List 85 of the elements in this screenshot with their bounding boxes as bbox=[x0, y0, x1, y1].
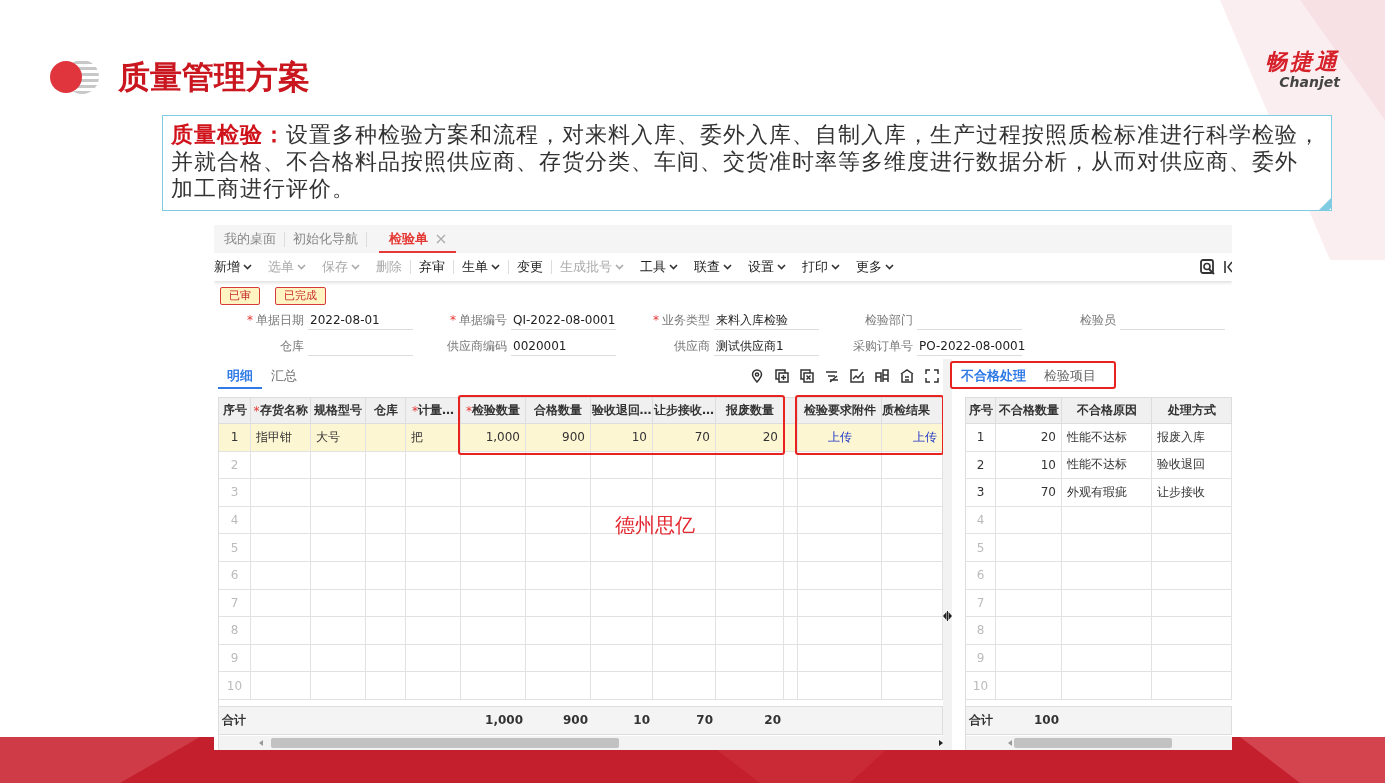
table-cell: 10 bbox=[591, 424, 653, 452]
row-number: 1 bbox=[966, 424, 996, 452]
plus-square-icon[interactable] bbox=[775, 369, 789, 383]
table-cell: 性能不达标 bbox=[1062, 424, 1152, 452]
upload-link[interactable]: 上传 bbox=[913, 428, 937, 446]
lines-icon[interactable] bbox=[825, 369, 839, 383]
fullscreen-icon[interactable] bbox=[925, 369, 939, 383]
total-value: 20 bbox=[763, 713, 782, 728]
table-cell: 指甲钳 bbox=[251, 424, 311, 452]
table-cell: 70 bbox=[653, 424, 716, 452]
row-number: 8 bbox=[966, 617, 996, 645]
collapse-icon[interactable] bbox=[1224, 260, 1232, 274]
table-cell: 70 bbox=[996, 479, 1062, 507]
callout-text: 质量检验：设置多种检验方案和流程，对来料入库、委外入库、自制入库，生产过程按照质检标准进行科学检验， bbox=[171, 121, 1321, 148]
table-cell: 20 bbox=[996, 424, 1062, 452]
field-label: 供应商编码 bbox=[446, 337, 508, 355]
tab[interactable]: 不合格处理 bbox=[952, 363, 1035, 389]
row-number: 3 bbox=[219, 479, 251, 507]
field-label: 供应商 bbox=[673, 337, 711, 355]
circles-icon bbox=[50, 59, 100, 95]
slide-title: 质量管理方案 bbox=[118, 58, 310, 96]
chart-icon[interactable] bbox=[850, 369, 864, 383]
table-cell: 大号 bbox=[311, 424, 366, 452]
tab[interactable]: 检验单 bbox=[379, 225, 456, 253]
total-value: 10 bbox=[632, 713, 651, 728]
row-number: 3 bbox=[966, 479, 996, 507]
field-label: * 单据日期 bbox=[246, 311, 305, 329]
total-value: 1,000 bbox=[484, 713, 524, 728]
toolbar-button[interactable]: 新增 bbox=[214, 258, 260, 276]
map-pin-icon[interactable] bbox=[750, 369, 764, 383]
upload-link[interactable]: 上传 bbox=[827, 428, 852, 446]
row-number: 6 bbox=[219, 561, 251, 590]
table-cell: 外观有瑕疵 bbox=[1062, 479, 1152, 507]
table-cell: 900 bbox=[526, 424, 591, 452]
status-tag: 已审 bbox=[220, 287, 260, 305]
field-label: 检验员 bbox=[1079, 311, 1117, 329]
row-number: 10 bbox=[219, 672, 251, 700]
toolbar-button[interactable]: 弃审 bbox=[411, 258, 453, 276]
resize-handle-icon[interactable] bbox=[943, 611, 952, 621]
input-field[interactable]: 2022-08-01 bbox=[308, 310, 413, 330]
building-icon[interactable] bbox=[900, 369, 914, 383]
toolbar-button[interactable]: 打印 bbox=[794, 258, 848, 276]
row-number: 1 bbox=[219, 424, 251, 452]
row-number: 5 bbox=[966, 534, 996, 562]
table-cell: 1,000 bbox=[461, 424, 526, 452]
input-field[interactable]: QI-2022-08-0001 bbox=[511, 310, 616, 330]
toolbar-button[interactable]: 联查 bbox=[686, 258, 740, 276]
status-tag: 已完成 bbox=[275, 287, 326, 305]
callout-text: 并就合格、不合格料品按照供应商、存货分类、车间、交货准时率等多维度进行数据分析，从而对供应商、委外 bbox=[171, 148, 1298, 175]
total-value: 900 bbox=[561, 713, 589, 728]
search-icon[interactable] bbox=[1200, 259, 1216, 275]
brand-name: 畅捷通 bbox=[1265, 50, 1340, 74]
toolbar-button[interactable]: 更多 bbox=[848, 258, 902, 276]
callout-text: 加工商进行评价。 bbox=[171, 175, 355, 202]
field-label: * 单据编号 bbox=[449, 311, 508, 329]
total-label: 合计 bbox=[968, 711, 994, 729]
row-number: 5 bbox=[219, 534, 251, 562]
table-cell: 让步接收 bbox=[1152, 479, 1232, 507]
toolbar-button[interactable]: 生单 bbox=[454, 258, 508, 276]
row-number: 6 bbox=[966, 561, 996, 590]
brand-latin: Chanjet bbox=[1279, 74, 1340, 90]
tab[interactable]: 明细 bbox=[218, 363, 262, 389]
toolbar-button[interactable]: 工具 bbox=[632, 258, 686, 276]
field-label: 采购订单号 bbox=[852, 337, 914, 355]
table-cell: 报废入库 bbox=[1152, 424, 1232, 452]
table-cell: 把 bbox=[406, 424, 461, 452]
input-field[interactable]: 来料入库检验 bbox=[714, 310, 819, 330]
field-label: 仓库 bbox=[279, 337, 305, 355]
toolbar-button[interactable]: 设置 bbox=[740, 258, 794, 276]
tab[interactable]: 汇总 bbox=[262, 363, 306, 389]
table-cell: 20 bbox=[716, 424, 784, 452]
row-number: 10 bbox=[966, 672, 996, 700]
total-value: 100 bbox=[1032, 713, 1060, 728]
columns-icon[interactable] bbox=[875, 369, 889, 383]
input-field[interactable]: 测试供应商1 bbox=[714, 336, 819, 356]
input-field[interactable]: 0020001 bbox=[511, 336, 616, 356]
tab[interactable]: 检验项目 bbox=[1035, 363, 1105, 389]
total-value: 70 bbox=[695, 713, 714, 728]
toolbar-button[interactable]: 变更 bbox=[509, 258, 551, 276]
row-number: 8 bbox=[219, 617, 251, 645]
annotation-text: 德州思亿 bbox=[615, 512, 695, 538]
field-label: * 业务类型 bbox=[652, 311, 711, 329]
total-label: 合计 bbox=[221, 711, 247, 729]
cross-square-icon[interactable] bbox=[800, 369, 814, 383]
field-label: 检验部门 bbox=[864, 311, 914, 329]
